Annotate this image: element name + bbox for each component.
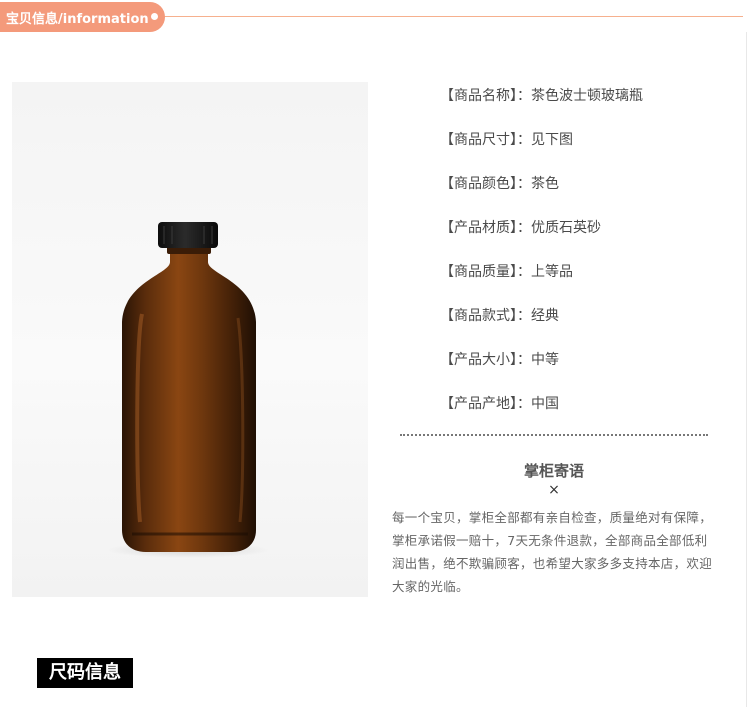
spec-row-color: 【商品颜色】：茶色 — [440, 170, 730, 214]
spec-row-origin: 【产品产地】：中国 — [440, 390, 730, 434]
content-border — [746, 32, 747, 707]
spec-label: 【产品材质】： — [440, 220, 531, 236]
spec-row-material: 【产品材质】：优质石英砂 — [440, 214, 730, 258]
header-rule — [150, 16, 743, 17]
spec-row-dimension: 【产品大小】：中等 — [440, 346, 730, 390]
spec-value: 优质石英砂 — [531, 220, 601, 236]
spec-label: 【商品款式】： — [440, 308, 531, 324]
spec-label: 【商品尺寸】： — [440, 132, 531, 148]
dotted-divider — [400, 434, 708, 436]
spec-label: 【产品产地】： — [440, 396, 531, 412]
spec-row-name: 【商品名称】：茶色波士顿玻璃瓶 — [440, 82, 730, 126]
spec-label: 【商品质量】： — [440, 264, 531, 280]
shopkeeper-note-body: 每一个宝贝，掌柜全部都有亲自检查，质量绝对有保障，掌柜承诺假一赔十，7天无条件退… — [392, 510, 713, 594]
spec-label: 【商品名称】： — [440, 88, 531, 104]
section-header-information: 宝贝信息/information — [0, 2, 165, 32]
spec-value: 经典 — [531, 308, 559, 324]
spec-value: 见下图 — [531, 132, 573, 148]
spec-row-size: 【商品尺寸】：见下图 — [440, 126, 730, 170]
spec-row-quality: 【商品质量】：上等品 — [440, 258, 730, 302]
size-info-heading: 尺码信息 — [37, 658, 133, 688]
spec-value: 茶色波士顿玻璃瓶 — [531, 88, 643, 104]
close-icon[interactable]: × — [400, 482, 708, 498]
header-dot-icon — [151, 13, 158, 20]
product-image — [12, 82, 368, 597]
spec-label: 【商品颜色】： — [440, 176, 531, 192]
spec-value: 中国 — [531, 396, 559, 412]
spec-row-style: 【商品款式】：经典 — [440, 302, 730, 346]
product-spec-list: 【商品名称】：茶色波士顿玻璃瓶 【商品尺寸】：见下图 【商品颜色】：茶色 【产品… — [440, 82, 730, 434]
spec-label: 【产品大小】： — [440, 352, 531, 368]
spec-value: 上等品 — [531, 264, 573, 280]
section-header-title: 宝贝信息/information — [6, 11, 149, 27]
amber-bottle-icon — [108, 222, 268, 558]
spec-value: 中等 — [531, 352, 559, 368]
spec-value: 茶色 — [531, 176, 559, 192]
shopkeeper-note-title: 掌柜寄语 — [523, 462, 584, 480]
